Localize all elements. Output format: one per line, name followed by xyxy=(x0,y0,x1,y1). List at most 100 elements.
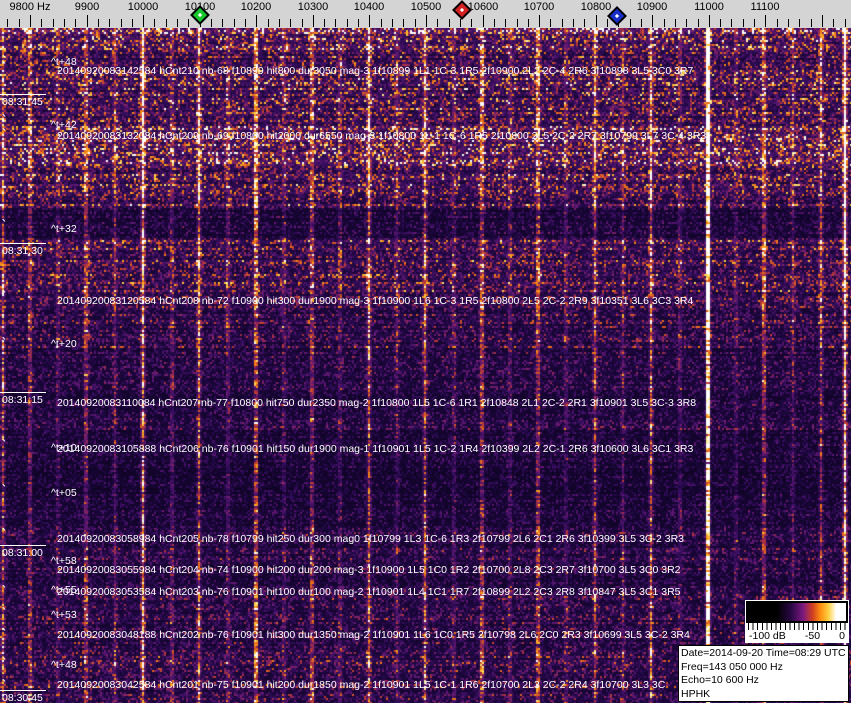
ruler-tick-minor xyxy=(109,19,110,27)
time-label: 08:31:45 xyxy=(2,96,43,108)
edge-event-tick: ` xyxy=(1,289,9,303)
edge-event-tick: ` xyxy=(1,438,9,452)
ruler-label: 11100 xyxy=(750,1,780,13)
event-time-marker: ^t+53 xyxy=(51,609,77,621)
time-tick-line xyxy=(0,392,46,393)
ruler-tick-minor xyxy=(132,19,133,27)
ruler-tick-minor xyxy=(833,19,834,27)
ruler-tick-minor xyxy=(754,19,755,27)
time-label: 08:31:30 xyxy=(2,245,43,257)
info-frequency: Freq=143 050 000 Hz xyxy=(681,660,783,673)
db-label-mid: -50 xyxy=(804,630,821,642)
ruler-tick-minor xyxy=(279,19,280,27)
ruler-label: 11000 xyxy=(694,1,724,13)
ruler-label: 10400 xyxy=(353,1,385,13)
ruler-tick-minor xyxy=(324,19,325,27)
ruler-tick-minor xyxy=(177,19,178,27)
ruler-tick-minor xyxy=(675,19,676,27)
ruler-tick-minor xyxy=(437,19,438,27)
ruler-label: 10500 xyxy=(410,1,442,13)
edge-event-tick: ` xyxy=(1,527,9,541)
db-label-min: -100 dB xyxy=(749,630,786,642)
event-time-marker: ^t+05 xyxy=(51,487,77,499)
ruler-tick-minor xyxy=(811,19,812,27)
ruler-tick-minor xyxy=(211,19,212,27)
edge-event-tick: ` xyxy=(1,678,9,692)
ruler-tick-minor xyxy=(290,19,291,27)
ruler-tick-minor xyxy=(392,19,393,27)
info-echo: Echo=10 600 Hz xyxy=(681,674,759,686)
edge-event-tick: ` xyxy=(1,113,9,127)
ruler-tick-minor xyxy=(75,19,76,27)
spectrogram-window: 9800 Hz990010000101001020010300104001050… xyxy=(0,0,851,703)
detection-log-line: 20140920083132084 hCnt209 nb-69 f10800 h… xyxy=(57,130,707,142)
detection-log-line: 20140920083058984 hCnt205 nb-78 f10799 h… xyxy=(57,533,685,545)
ruler-tick-minor xyxy=(731,19,732,27)
ruler-tick-major xyxy=(426,15,427,27)
ruler-tick-minor xyxy=(505,19,506,27)
ruler-tick-minor xyxy=(268,19,269,27)
detection-log-line: 20140920083142584 hCnt210 nb-68 f10899 h… xyxy=(57,65,694,77)
ruler-tick-minor xyxy=(720,19,721,27)
ruler-tick-minor xyxy=(573,19,574,27)
db-scale-ticks xyxy=(748,623,846,630)
detection-log-line: 20140920083105888 hCnt206 nb-76 f10901 h… xyxy=(57,443,694,455)
ruler-tick-minor xyxy=(607,19,608,27)
edge-event-tick: ` xyxy=(1,627,9,641)
db-color-scale: -100 dB -50 0 xyxy=(745,600,849,643)
ruler-tick-minor xyxy=(494,19,495,27)
ruler-tick-minor xyxy=(471,19,472,27)
ruler-tick-minor xyxy=(41,19,42,27)
time-tick-line xyxy=(0,545,46,546)
ruler-tick-minor xyxy=(166,19,167,27)
edge-event-tick: ` xyxy=(1,60,9,74)
ruler-tick-minor xyxy=(415,19,416,27)
ruler-tick-minor xyxy=(630,19,631,27)
detection-log-line: 20140920083053584 hCnt203 nb-76 f10901 h… xyxy=(57,586,681,598)
event-time-marker: ^t+48 xyxy=(51,659,77,671)
ruler-tick-major xyxy=(87,15,88,27)
edge-event-tick: ` xyxy=(1,218,9,232)
ruler-tick-minor xyxy=(788,19,789,27)
ruler-label: 10300 xyxy=(297,1,329,13)
ruler-tick-minor xyxy=(188,19,189,27)
ruler-tick-minor xyxy=(18,19,20,27)
frequency-ruler: 9800 Hz990010000101001020010300104001050… xyxy=(0,0,851,28)
event-time-marker: ^t+32 xyxy=(51,223,77,235)
ruler-tick-minor xyxy=(449,19,450,27)
status-info-box: Date=2014-09-20 Time=08:29 UTC Freq=143 … xyxy=(678,645,849,702)
ruler-tick-minor xyxy=(562,19,563,27)
ruler-tick-major xyxy=(483,15,484,27)
ruler-tick-major xyxy=(539,15,540,27)
ruler-label: 10800 xyxy=(580,1,612,13)
color-gradient-frame xyxy=(746,601,848,623)
ruler-tick-minor xyxy=(335,19,336,27)
ruler-tick-minor xyxy=(584,19,585,27)
ruler-label: 10600 xyxy=(467,1,499,13)
ruler-tick-major xyxy=(822,15,823,27)
detection-log-line: 20140920083048188 hCnt202 nb-76 f10901 h… xyxy=(57,629,690,641)
edge-event-tick: ` xyxy=(1,584,9,598)
ruler-tick-minor xyxy=(743,19,744,27)
ruler-tick-major xyxy=(765,15,766,27)
ruler-tick-major xyxy=(369,15,370,27)
ruler-tick-minor xyxy=(121,19,122,27)
edge-event-tick: ` xyxy=(1,483,9,497)
time-label: 08:31:15 xyxy=(2,394,43,406)
ruler-tick-minor xyxy=(53,19,54,27)
ruler-tick-minor xyxy=(222,19,223,27)
time-tick-line xyxy=(0,94,46,95)
ruler-tick-minor xyxy=(528,19,529,27)
ruler-tick-minor xyxy=(234,19,235,27)
time-label: 08:30:45 xyxy=(2,692,43,703)
ruler-tick-minor xyxy=(347,19,348,27)
ruler-tick-minor xyxy=(845,19,846,27)
ruler-tick-major xyxy=(596,15,597,27)
event-time-marker: ^t+20 xyxy=(51,338,77,350)
ruler-tick-minor xyxy=(64,19,65,27)
info-callsign: HPHK xyxy=(681,687,711,700)
edge-event-tick: ` xyxy=(1,552,9,566)
ruler-tick-minor xyxy=(302,19,303,27)
detection-log-line: 20140920083055984 hCnt204 nb-74 f10900 h… xyxy=(57,564,681,576)
color-gradient-bar[interactable] xyxy=(748,603,846,621)
